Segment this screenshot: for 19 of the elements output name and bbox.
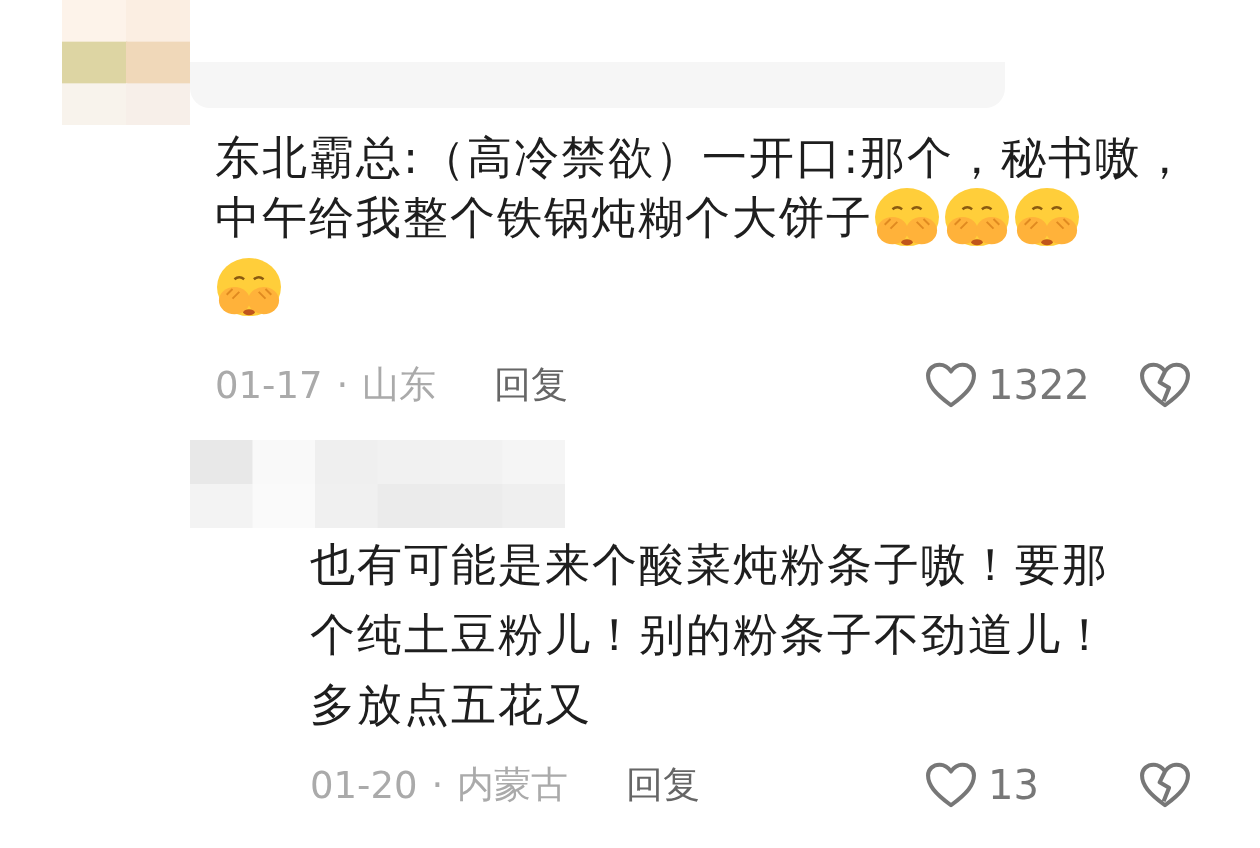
reply-button[interactable]: 回复 [494, 360, 569, 410]
separator-dot: · [336, 363, 349, 407]
broken-heart-icon[interactable] [1138, 760, 1192, 810]
comment-text: 东北霸总:（高冷禁欲）一开口:那个，秘书嗷， [215, 130, 1190, 186]
comment-location: 山东 [362, 362, 437, 408]
like-count: 13 [988, 762, 1040, 808]
comment-location: 内蒙古 [457, 762, 569, 808]
comment-text: 也有可能是来个酸菜炖粉条子嗷！要那 [310, 537, 1109, 593]
comment-text: 多放点五花又 [310, 677, 592, 733]
comment-text: 个纯土豆粉儿！别的粉条子不劲道儿！ [310, 607, 1109, 663]
like-count: 1322 [988, 362, 1091, 408]
like-icon[interactable] [924, 360, 978, 410]
comment-date: 01-17 [215, 363, 323, 407]
comment-date: 01-20 [310, 763, 418, 807]
broken-heart-icon[interactable] [1138, 360, 1192, 410]
separator-dot: · [431, 763, 444, 807]
comment-text: 中午给我整个铁锅炖糊个大饼子 [215, 190, 873, 246]
like-icon[interactable] [924, 760, 978, 810]
reply-button[interactable]: 回复 [626, 760, 701, 810]
